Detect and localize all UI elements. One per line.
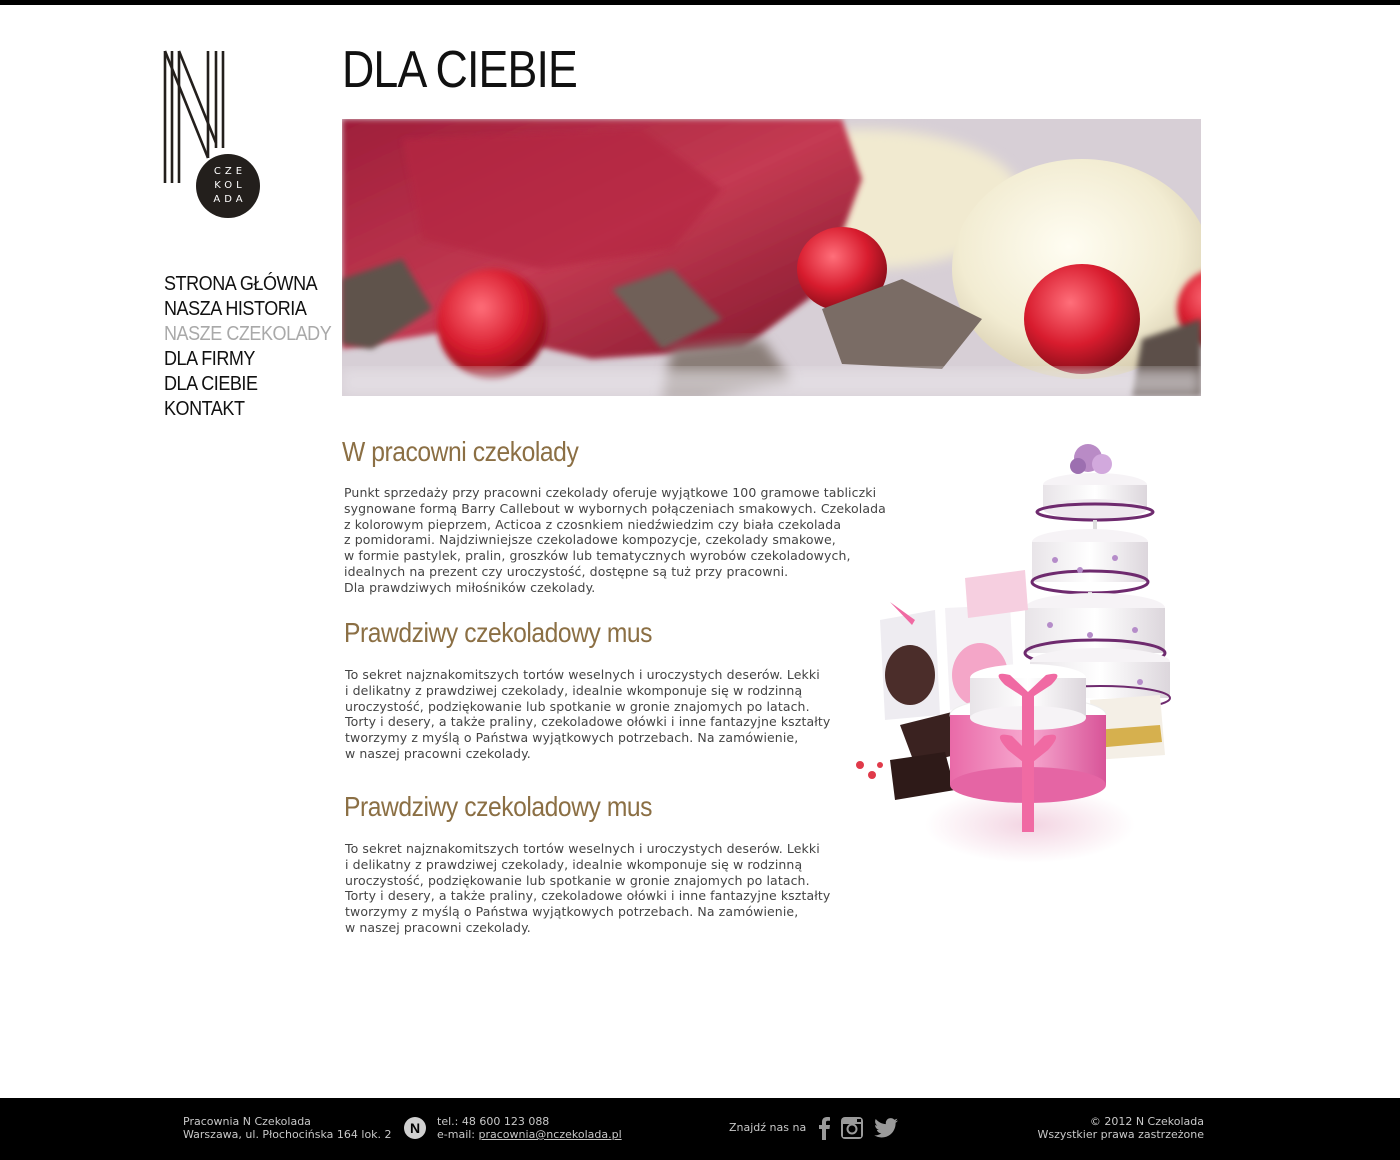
brand-logo[interactable]: CZE KOL ADA <box>162 48 262 218</box>
footer-company: Pracownia N Czekolada <box>183 1115 311 1128</box>
footer-email-label: e-mail: <box>437 1128 479 1141</box>
logo-badge: CZE KOL ADA <box>196 154 260 218</box>
logo-line-1: CZE <box>213 166 247 177</box>
cakes-image <box>850 430 1180 900</box>
nav-item-nasza-historia[interactable]: NASZA HISTORIA <box>164 297 331 322</box>
section-text-2: To sekret najznakomitszych tortów weseln… <box>345 667 831 761</box>
section-title-3: Prawdziwy czekoladowy mus <box>344 791 653 822</box>
page-title: DLA CIEBIE <box>342 41 578 99</box>
section-text-3: To sekret najznakomitszych tortów weseln… <box>345 841 831 935</box>
footer-find-us: Znajdź nas na <box>729 1121 807 1134</box>
nav-item-kontakt[interactable]: KONTAKT <box>164 397 331 422</box>
nav-item-dla-ciebie[interactable]: DLA CIEBIE <box>164 372 331 397</box>
footer-address: Warszawa, ul. Płochocińska 164 lok. 2 <box>183 1128 392 1141</box>
section-title-1: W pracowni czekolady <box>342 436 579 467</box>
footer-email-link[interactable]: pracownia@nczekolada.pl <box>479 1128 622 1141</box>
logo-line-2: KOL <box>214 180 246 191</box>
footer-phone: tel.: 48 600 123 088 <box>437 1115 550 1128</box>
section-text-1: Punkt sprzedaży przy pracowni czekolady … <box>344 485 886 595</box>
twitter-icon[interactable] <box>873 1116 899 1140</box>
instagram-icon[interactable] <box>839 1116 865 1140</box>
section-title-2: Prawdziwy czekoladowy mus <box>344 617 653 648</box>
facebook-icon[interactable] <box>812 1116 838 1140</box>
top-bar <box>0 0 1400 5</box>
nav-item-nasze-czekolady[interactable]: NASZE CZEKOLADY <box>164 322 332 347</box>
nav-item-strona-glowna[interactable]: STRONA GŁÓWNA <box>164 272 331 297</box>
main-nav: STRONA GŁÓWNA NASZA HISTORIA NASZE CZEKO… <box>164 272 350 422</box>
footer-email-line: e-mail: pracownia@nczekolada.pl <box>437 1128 622 1141</box>
logo-line-3: ADA <box>213 194 247 205</box>
nav-item-dla-firmy[interactable]: DLA FIRMY <box>164 347 331 372</box>
footer-copyright: © 2012 N Czekolada <box>1089 1115 1204 1128</box>
footer-rights: Wszystkier prawa zastrzeżone <box>1037 1128 1205 1141</box>
footer: Pracownia N Czekolada Warszawa, ul. Płoc… <box>0 1098 1400 1160</box>
hero-image <box>342 119 1201 396</box>
n-logo-icon: N <box>404 1117 426 1139</box>
